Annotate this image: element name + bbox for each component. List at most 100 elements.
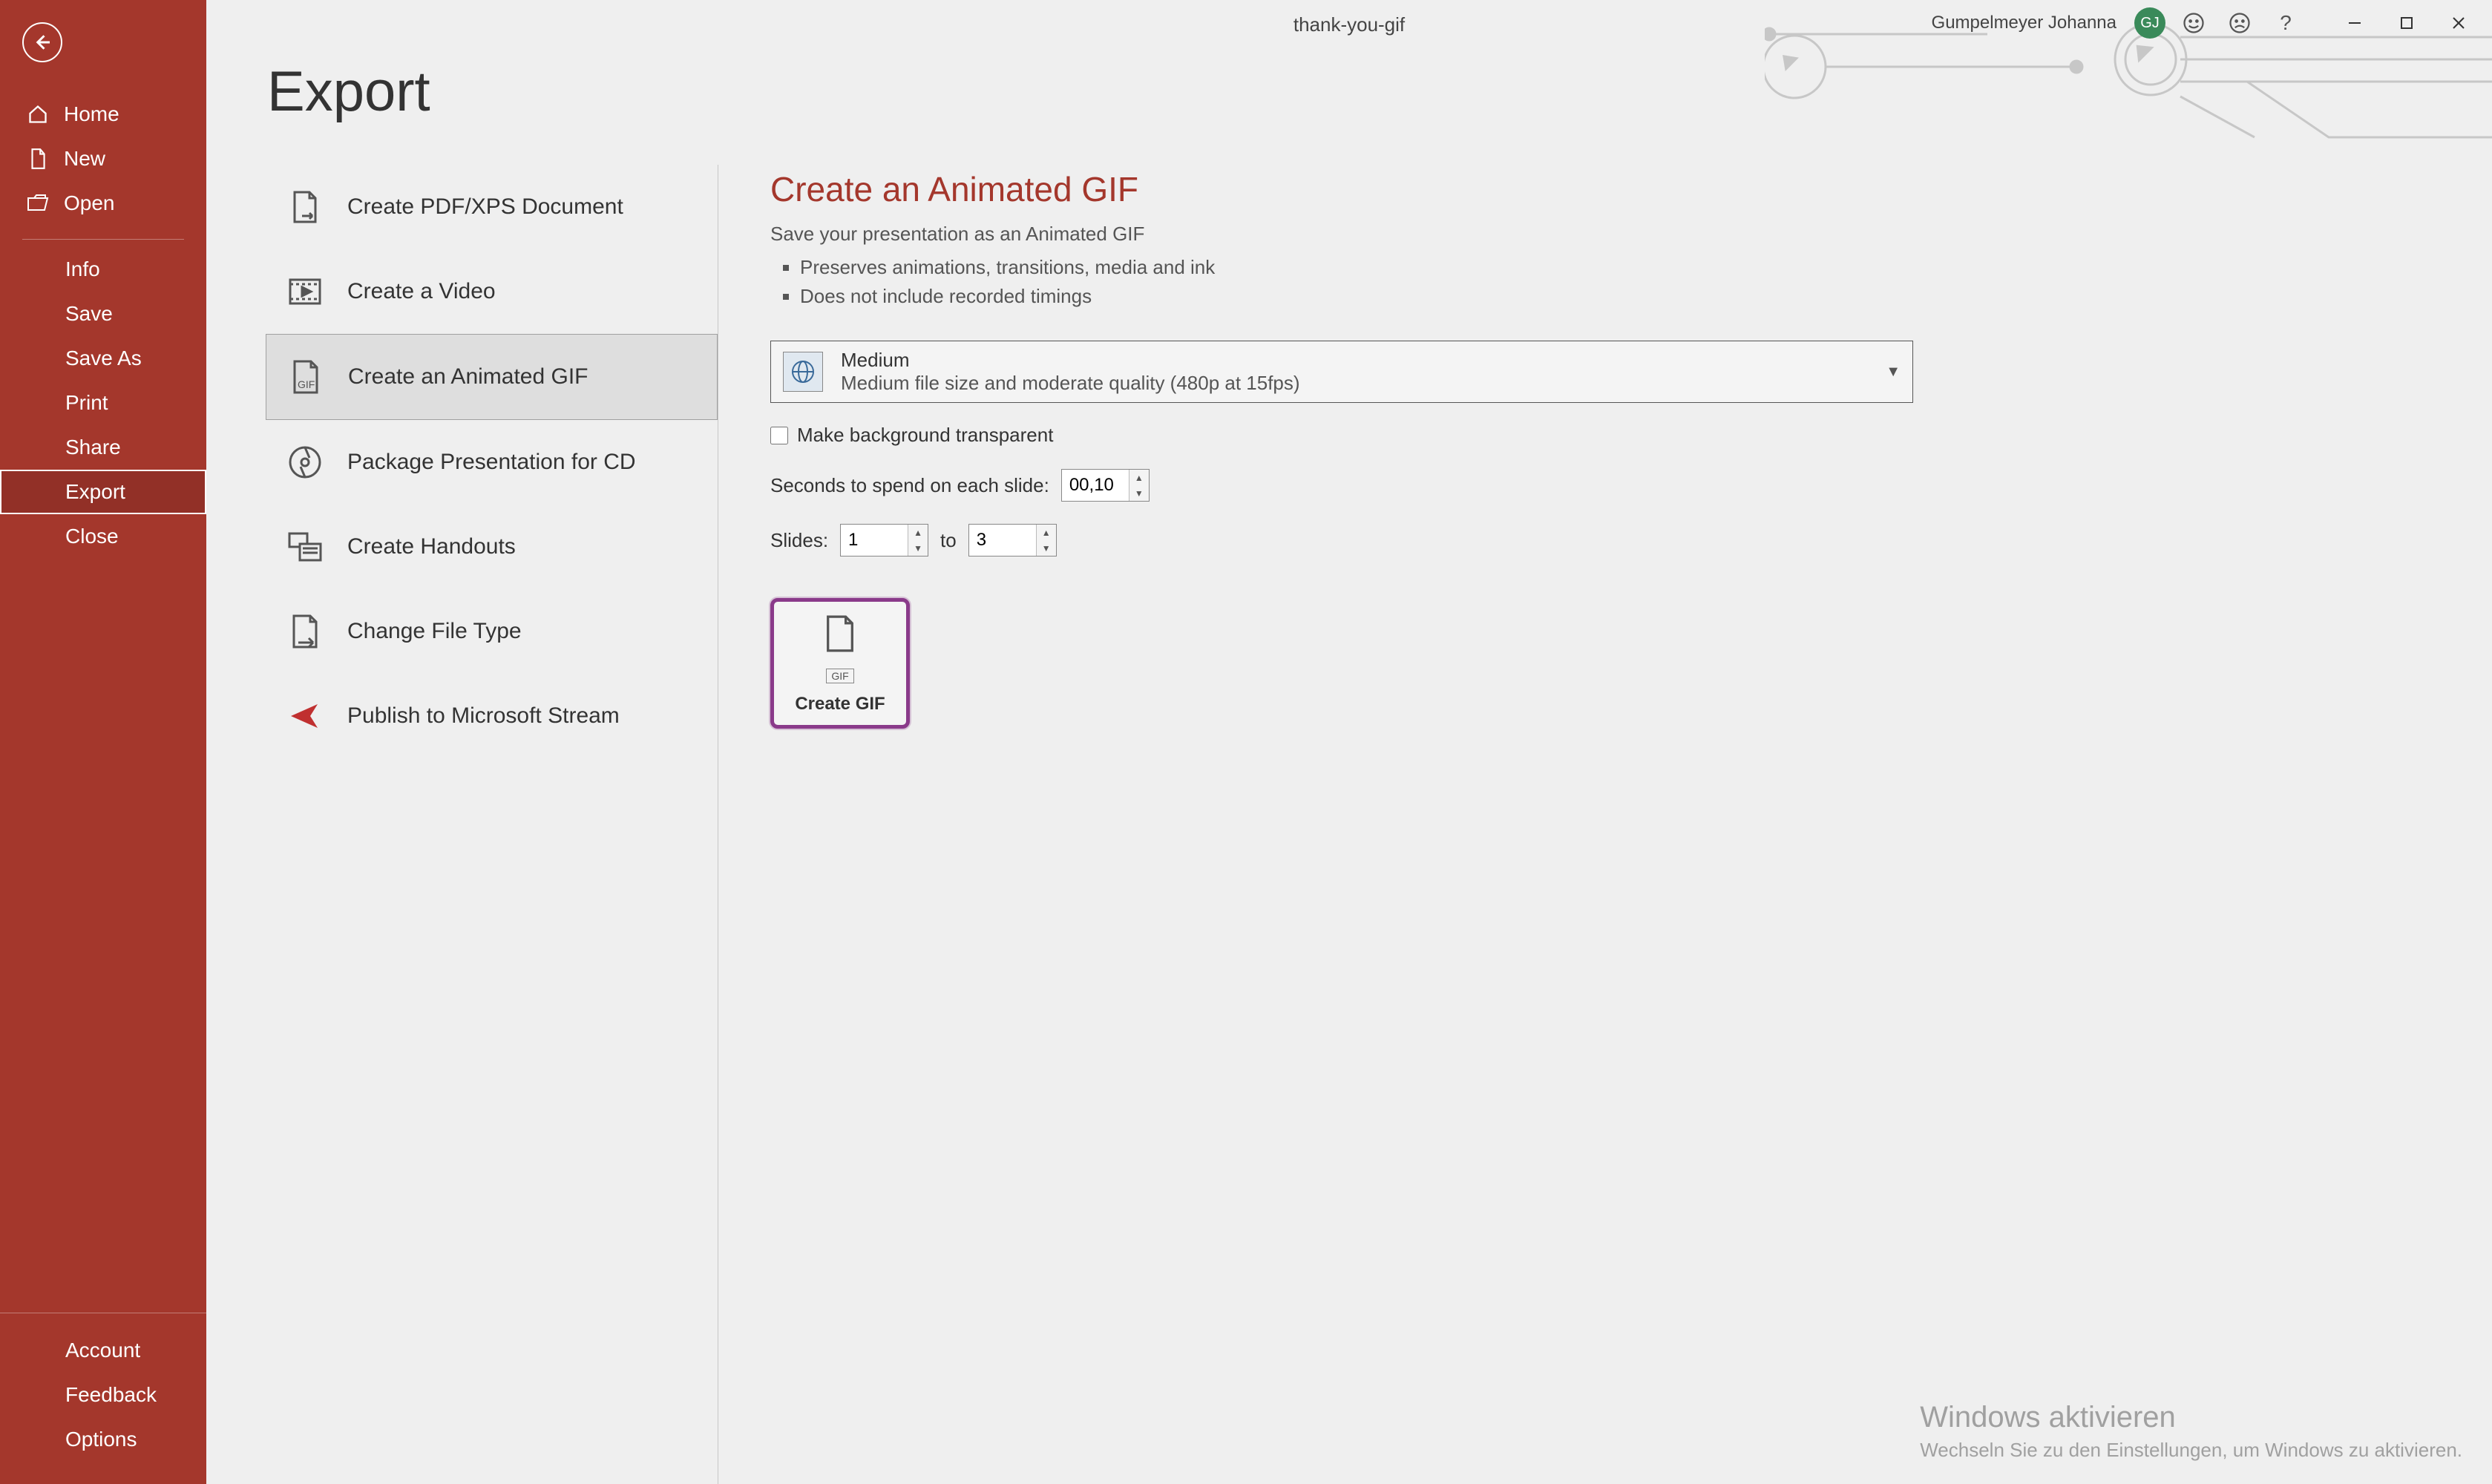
slides-to-down[interactable]: ▼ [1037, 540, 1056, 556]
export-filetype[interactable]: Change File Type [266, 589, 718, 674]
sidebar-options[interactable]: Options [0, 1417, 206, 1462]
cd-icon [285, 442, 325, 482]
sidebar-home[interactable]: Home [0, 92, 206, 137]
smiley-icon[interactable] [2176, 5, 2211, 41]
avatar[interactable]: GJ [2134, 7, 2165, 39]
sidebar-bottom: Account Feedback Options [0, 1313, 206, 1484]
export-handouts-label: Create Handouts [347, 534, 516, 559]
back-button[interactable] [22, 22, 62, 62]
sidebar-feedback[interactable]: Feedback [0, 1373, 206, 1417]
create-gif-icon [822, 613, 859, 663]
export-pdf[interactable]: Create PDF/XPS Document [266, 165, 718, 249]
quality-text: Medium Medium file size and moderate qua… [841, 349, 1300, 395]
content: Create PDF/XPS Document Create a Video G… [206, 46, 2492, 1484]
export-cd-label: Package Presentation for CD [347, 450, 636, 475]
transparent-checkbox[interactable] [770, 427, 788, 444]
pdf-icon [285, 187, 325, 227]
help-icon[interactable]: ? [2268, 5, 2304, 41]
seconds-row: Seconds to spend on each slide: ▲ ▼ [770, 469, 2440, 502]
transparent-row[interactable]: Make background transparent [770, 424, 2440, 447]
filetype-icon [285, 611, 325, 651]
pane-bullet-1: Preserves animations, transitions, media… [800, 253, 2440, 282]
sidebar-home-label: Home [64, 102, 119, 126]
slides-row: Slides: ▲ ▼ to ▲ ▼ [770, 524, 2440, 556]
slides-from-input[interactable] [841, 525, 908, 556]
app-root: thank-you-gif Gumpelmeyer Johanna GJ ? [0, 0, 2492, 1484]
sidebar-save-as[interactable]: Save As [0, 336, 206, 381]
document-title: thank-you-gif [1293, 13, 1405, 36]
quality-sub: Medium file size and moderate quality (4… [841, 372, 1300, 395]
watermark-title: Windows aktivieren [1920, 1401, 2462, 1434]
svg-text:GIF: GIF [298, 378, 315, 390]
pane-bullet-2: Does not include recorded timings [800, 282, 2440, 311]
transparent-label: Make background transparent [797, 424, 1053, 447]
sidebar-close[interactable]: Close [0, 514, 206, 559]
seconds-spinner[interactable]: ▲ ▼ [1061, 469, 1150, 502]
slides-from-spinner[interactable]: ▲ ▼ [840, 524, 928, 556]
close-button[interactable] [2433, 4, 2485, 42]
minimize-button[interactable] [2329, 4, 2381, 42]
sidebar-open[interactable]: Open [0, 181, 206, 226]
create-gif-label: Create GIF [795, 694, 885, 715]
pane-heading: Create an Animated GIF [770, 169, 2440, 209]
seconds-down[interactable]: ▼ [1129, 485, 1149, 501]
maximize-button[interactable] [2381, 4, 2433, 42]
sidebar-account[interactable]: Account [0, 1328, 206, 1373]
slides-to-input[interactable] [969, 525, 1036, 556]
sidebar-info[interactable]: Info [0, 247, 206, 292]
seconds-input[interactable] [1062, 470, 1129, 501]
export-gif-label: Create an Animated GIF [348, 364, 588, 390]
sidebar-new[interactable]: New [0, 137, 206, 181]
create-gif-button[interactable]: GIF Create GIF [770, 598, 910, 729]
create-gif-icon-sub: GIF [826, 669, 853, 683]
slides-to-spinner[interactable]: ▲ ▼ [968, 524, 1057, 556]
new-icon [25, 148, 50, 170]
export-stream[interactable]: Publish to Microsoft Stream [266, 674, 718, 758]
window-controls [2329, 4, 2485, 42]
pane-bullets: Preserves animations, transitions, media… [800, 253, 2440, 311]
handouts-icon [285, 527, 325, 567]
export-video-label: Create a Video [347, 279, 496, 304]
main: Export Create PDF/XPS Document Create a … [206, 0, 2492, 1484]
titlebar-right: Gumpelmeyer Johanna GJ ? [1932, 0, 2485, 46]
quality-dropdown[interactable]: Medium Medium file size and moderate qua… [770, 341, 1913, 403]
slides-to-up[interactable]: ▲ [1037, 525, 1056, 540]
export-handouts[interactable]: Create Handouts [266, 505, 718, 589]
sidebar-print[interactable]: Print [0, 381, 206, 425]
sidebar-new-label: New [64, 147, 105, 171]
slides-from-down[interactable]: ▼ [908, 540, 928, 556]
export-stream-label: Publish to Microsoft Stream [347, 703, 620, 729]
seconds-label: Seconds to spend on each slide: [770, 474, 1049, 497]
backstage-sidebar: Home New Open Info Save Save As Print Sh… [0, 0, 206, 1484]
gif-icon: GIF [286, 357, 326, 397]
export-gif[interactable]: GIF Create an Animated GIF [266, 334, 718, 420]
pane-desc: Save your presentation as an Animated GI… [770, 223, 2440, 246]
windows-watermark: Windows aktivieren Wechseln Sie zu den E… [1920, 1401, 2462, 1462]
slides-from-up[interactable]: ▲ [908, 525, 928, 540]
video-icon [285, 272, 325, 312]
export-list: Create PDF/XPS Document Create a Video G… [266, 165, 718, 1484]
titlebar: thank-you-gif Gumpelmeyer Johanna GJ ? [206, 0, 2492, 46]
open-icon [25, 194, 50, 213]
account-name[interactable]: Gumpelmeyer Johanna [1932, 13, 2116, 33]
chevron-down-icon: ▼ [1886, 364, 1901, 381]
sidebar-export[interactable]: Export [0, 470, 206, 514]
page-title: Export [267, 59, 430, 124]
export-filetype-label: Change File Type [347, 619, 522, 644]
globe-icon [783, 352, 823, 392]
home-icon [25, 104, 50, 125]
sidebar-share[interactable]: Share [0, 425, 206, 470]
quality-title: Medium [841, 349, 1300, 372]
export-gif-pane: Create an Animated GIF Save your present… [718, 165, 2492, 1484]
sidebar-save[interactable]: Save [0, 292, 206, 336]
slides-to-label: to [940, 529, 957, 552]
sad-icon[interactable] [2222, 5, 2257, 41]
export-cd[interactable]: Package Presentation for CD [266, 420, 718, 505]
export-video[interactable]: Create a Video [266, 249, 718, 334]
slides-label: Slides: [770, 529, 828, 552]
stream-icon [285, 696, 325, 736]
seconds-up[interactable]: ▲ [1129, 470, 1149, 485]
export-pdf-label: Create PDF/XPS Document [347, 194, 623, 220]
watermark-sub: Wechseln Sie zu den Einstellungen, um Wi… [1920, 1439, 2462, 1462]
sidebar-open-label: Open [64, 191, 115, 215]
